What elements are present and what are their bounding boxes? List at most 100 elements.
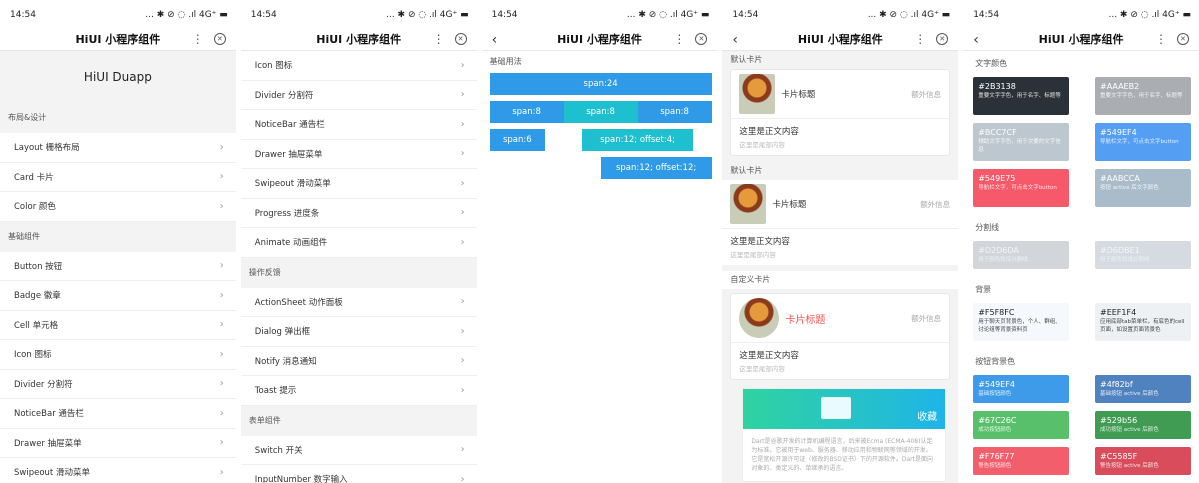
menu-item[interactable]: Swipeout 滑动菜单 › (240, 169, 477, 199)
swatch-desc: 导航栏文字，可点击文字button (1099, 139, 1179, 145)
more-dots-icon[interactable]: ⋮ (914, 33, 926, 45)
back-arrow-icon[interactable]: ‹ (732, 30, 738, 50)
back-arrow-icon[interactable]: ‹ (973, 30, 979, 50)
color-swatch: #EEF1F4 应用底部tab菜单栏，有底色的cell页面，如设置页面背景色 (1094, 303, 1191, 341)
color-swatch: #BCC7CF 辅助文字字色，用于次要的文字信息 (973, 123, 1070, 161)
menu-item[interactable]: Button 按钮 › (0, 251, 236, 281)
close-circle-icon[interactable]: ✕ (1176, 33, 1189, 45)
app-title: HiUI Duapp (83, 70, 152, 84)
chevron-right-icon: › (460, 444, 465, 456)
swatch-hex: #529b56 (1099, 416, 1138, 425)
layout-col: span:24 (489, 73, 712, 95)
menu-item[interactable]: Toast 提示 › (240, 376, 477, 406)
phone-layout-demo: 14:54 ... ✱ ⊘ ◌ .ıl 4G⁺ ▬ ‹ HiUI 小程序组件 ⋮… (481, 0, 718, 483)
menu-item[interactable]: Swipeout 滑动菜单 › (0, 458, 236, 483)
back-arrow-icon[interactable]: ‹ (492, 30, 498, 50)
card-footer: 这里是尾部内容 (730, 251, 776, 259)
card: 卡片标题 额外信息 这里是正文内容 这里是尾部内容 (730, 69, 951, 156)
favorite-banner-card[interactable]: 收藏 Dart是谷歌开发的计算机编程语言，后来被Ecma (ECMA-408)认定… (742, 388, 947, 482)
layout-col: span:12; offset:4; (582, 129, 694, 151)
card-thumbnail (739, 298, 780, 338)
close-circle-icon[interactable]: ✕ (695, 33, 708, 45)
layout-col: span:8 (489, 101, 564, 123)
close-circle-icon[interactable]: ✕ (936, 33, 949, 45)
status-time: 14:54 (491, 10, 518, 20)
menu-item[interactable]: InputNumber 数字输入 › (240, 465, 477, 483)
menu-item[interactable]: Color 颜色 › (0, 192, 236, 222)
nav-bar: ‹ HiUI 小程序组件 ⋮ ✕ (963, 30, 1199, 51)
more-dots-icon[interactable]: ⋮ (673, 33, 685, 45)
nav-bar: HiUI 小程序组件 ⋮ ✕ (0, 30, 236, 51)
nav-title: HiUI 小程序组件 (797, 33, 883, 46)
chevron-right-icon: › (219, 141, 224, 153)
color-group-title: 按钮背景色 (975, 357, 1016, 366)
menu-item[interactable]: Notify 消息通知 › (240, 346, 477, 376)
menu-item[interactable]: Dialog 弹出框 › (240, 317, 477, 347)
layout-row: span:8 span:8 span:8 (489, 101, 712, 123)
status-icons: ... ✱ ⊘ ◌ .ıl 4G⁺ ▬ (1108, 10, 1191, 20)
more-dots-icon[interactable]: ⋮ (1155, 33, 1167, 45)
chevron-right-icon: › (219, 378, 224, 390)
menu-item[interactable]: Badge 徽章 › (0, 281, 236, 311)
menu-item[interactable]: Icon 图标 › (0, 340, 236, 370)
phone-color-demo: 14:54 ... ✱ ⊘ ◌ .ıl 4G⁺ ▬ ‹ HiUI 小程序组件 ⋮… (963, 0, 1199, 483)
swatch-desc: 应用底部tab菜单栏，有底色的cell页面，如设置页面背景色 (1099, 319, 1185, 333)
menu-item[interactable]: Switch 开关 › (240, 435, 477, 465)
card-section-label: 自定义卡片 (722, 271, 959, 289)
status-time: 14:54 (732, 10, 759, 20)
swatch-desc: 按钮 active 后文字颜色 (1099, 185, 1159, 191)
menu-item[interactable]: Card 卡片 › (0, 162, 236, 192)
menu-item-label: Notify 消息通知 (254, 356, 317, 367)
menu-item-label: Cell 单元格 (14, 320, 59, 331)
close-circle-icon[interactable]: ✕ (213, 33, 226, 45)
card-footer: 这里是尾部内容 (739, 365, 785, 373)
menu-item[interactable]: ActionSheet 动作面板 › (240, 287, 477, 317)
status-time: 14:54 (10, 10, 36, 20)
menu-item[interactable]: Layout 栅格布局 › (0, 133, 236, 163)
menu-item[interactable]: Animate 动画组件 › (240, 228, 477, 258)
section-title: 布局&设计 (8, 113, 47, 122)
menu-item[interactable]: Divider 分割符 › (240, 80, 477, 110)
menu-item[interactable]: Cell 单元格 › (0, 310, 236, 340)
nav-bar: HiUI 小程序组件 ⋮ ✕ (240, 30, 477, 51)
color-swatch: #D2D6DA 用于颜色较深分割线 (973, 241, 1070, 269)
card-extra: 额外信息 (911, 89, 942, 99)
menu-item[interactable]: Drawer 抽屉菜单 › (240, 139, 477, 169)
swatch-desc: 成功按钮颜色 (978, 427, 1012, 433)
menu-item-label: NoticeBar 通告栏 (254, 120, 325, 131)
color-swatch: #549EF4 导航栏文字，可点击文字button (1094, 123, 1191, 161)
menu-item-label: Animate 动画组件 (254, 238, 328, 249)
nav-bar: ‹ HiUI 小程序组件 ⋮ ✕ (481, 30, 718, 51)
menu-item[interactable]: Divider 分割符 › (0, 369, 236, 399)
more-dots-icon[interactable]: ⋮ (433, 33, 445, 45)
menu-item-label: Divider 分割符 (254, 90, 314, 101)
swatch-hex: #AABCCA (1099, 174, 1140, 183)
chevron-right-icon: › (460, 296, 465, 308)
swatch-hex: #F5F8FC (978, 308, 1015, 317)
more-dots-icon[interactable]: ⋮ (192, 33, 204, 45)
menu-item[interactable]: NoticeBar 通告栏 › (240, 110, 477, 140)
status-time: 14:54 (973, 10, 1000, 20)
close-circle-icon[interactable]: ✕ (454, 33, 467, 45)
menu-item[interactable]: NoticeBar 通告栏 › (0, 399, 236, 429)
menu-item-label: NoticeBar 通告栏 (14, 409, 84, 420)
menu-item[interactable]: Progress 进度条 › (240, 198, 477, 228)
menu-item-label: Drawer 抽屉菜单 (14, 438, 82, 449)
swatch-desc: 成功按钮 active 后颜色 (1099, 427, 1159, 433)
menu-item[interactable]: Drawer 抽屉菜单 › (0, 428, 236, 458)
chevron-right-icon: › (460, 325, 465, 337)
phone-menu-home: 14:54 ... ✱ ⊘ ◌ .ıl 4G⁺ ▬ HiUI 小程序组件 ⋮ ✕ … (0, 0, 236, 483)
color-swatch: #C5585F 警告按钮 active 后颜色 (1094, 447, 1191, 475)
card-section-label: 默认卡片 (730, 166, 763, 175)
card-header: 卡片标题 额外信息 (722, 180, 959, 229)
menu-item[interactable]: Icon 图标 › (240, 51, 477, 81)
status-bar: 14:54 ... ✱ ⊘ ◌ .ıl 4G⁺ ▬ (0, 0, 236, 30)
card-demo: 默认卡片 卡片标题 额外信息 这里是正文内容 这里是尾部内容 默认卡片 卡片标题 额外信息 这里… (722, 51, 959, 483)
color-swatch: #4f82bf 基础按钮 active 后颜色 (1094, 375, 1191, 403)
status-icons: ... ✱ ⊘ ◌ .ıl 4G⁺ ▬ (386, 10, 469, 20)
color-group-title: 分割线 (975, 223, 1000, 232)
status-icons: ... ✱ ⊘ ◌ .ıl 4G⁺ ▬ (626, 10, 710, 20)
chevron-right-icon: › (219, 171, 224, 183)
phone-card-demo: 14:54 ... ✱ ⊘ ◌ .ıl 4G⁺ ▬ ‹ HiUI 小程序组件 ⋮… (722, 0, 959, 483)
swatch-row: #D2D6DA 用于颜色较深分割线 #D6DBE1 用于颜色较浅分割线 (963, 241, 1199, 269)
